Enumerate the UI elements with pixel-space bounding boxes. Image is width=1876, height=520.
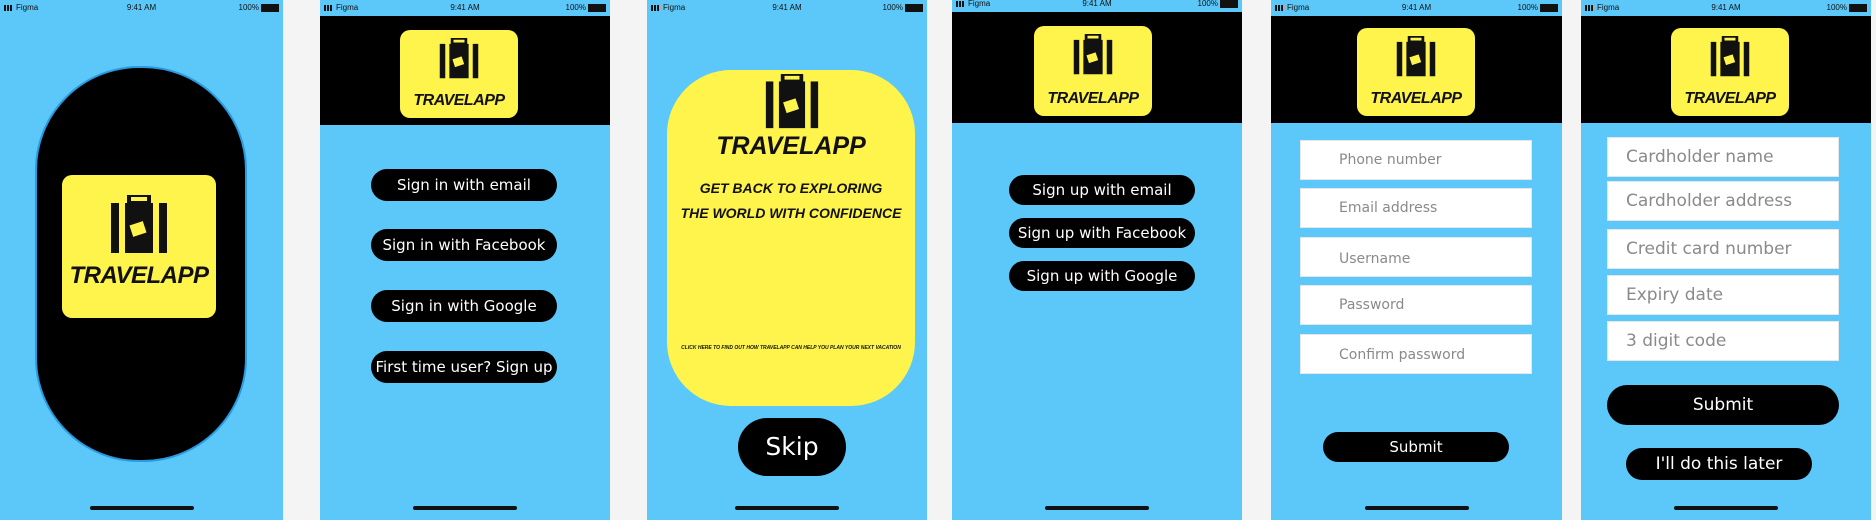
signup-screen: Figma 9:41 AM 100% TRAVELAPP Sign up wit… — [952, 0, 1242, 520]
suitcase-icon — [765, 74, 819, 129]
confirm-password-field[interactable]: Confirm password — [1300, 334, 1532, 374]
splash-screen: Figma 9:41 AM 100% TRAVELAPP — [0, 0, 283, 520]
onboarding-screen: Figma 9:41 AM 100% TRAVELAPP GET BACK TO… — [647, 0, 927, 520]
home-indicator — [1364, 506, 1469, 510]
header-logo: TRAVELAPP — [400, 30, 518, 118]
home-indicator — [1045, 506, 1149, 510]
signin-screen: Figma 9:41 AM 100% TRAVELAPP Sign in wit… — [320, 0, 610, 520]
signin-google-button[interactable]: Sign in with Google — [371, 290, 557, 322]
signup-link-button[interactable]: First time user? Sign up — [371, 351, 557, 383]
status-bar: Figma 9:41 AM 100% — [647, 0, 927, 16]
battery-icon — [1540, 3, 1558, 12]
skip-button[interactable]: Skip — [738, 418, 846, 476]
status-bar: Figma 9:41 AM 100% — [320, 0, 610, 16]
signin-email-button[interactable]: Sign in with email — [371, 169, 557, 201]
header-logo: TRAVELAPP — [1357, 28, 1475, 116]
logo-text: TRAVELAPP — [1370, 90, 1462, 107]
battery: 100% — [239, 3, 279, 12]
suitcase-icon — [1073, 34, 1113, 75]
logo-text: TRAVELAPP — [1684, 90, 1776, 107]
learn-more-link[interactable]: CLICK HERE TO FIND OUT HOW TRAVELAPP CAN… — [675, 345, 907, 351]
battery-label: 100% — [565, 3, 586, 12]
password-field[interactable]: Password — [1300, 285, 1532, 325]
battery-label: 100% — [1826, 3, 1847, 12]
logo-text: TRAVELAPP — [1047, 90, 1139, 107]
battery: 100% — [1198, 0, 1238, 8]
battery: 100% — [883, 3, 923, 12]
register-screen: Figma 9:41 AM 100% TRAVELAPP Phone numbe… — [1271, 0, 1562, 520]
signup-email-button[interactable]: Sign up with email — [1009, 175, 1195, 205]
status-bar: Figma 9:41 AM 100% — [1581, 0, 1871, 16]
battery-icon — [1220, 0, 1238, 8]
battery-label: 100% — [1517, 3, 1538, 12]
phone-field[interactable]: Phone number — [1300, 140, 1532, 180]
suitcase-icon — [1396, 36, 1436, 77]
payment-screen: Figma 9:41 AM 100% TRAVELAPP Cardholder … — [1581, 0, 1871, 520]
splash-logo: TRAVELAPP — [62, 175, 216, 318]
headline-line-1: GET BACK TO EXPLORING — [699, 180, 883, 196]
cardholder-address-field[interactable]: Cardholder address — [1607, 181, 1839, 221]
header-logo: TRAVELAPP — [1671, 28, 1789, 116]
suitcase-icon — [111, 195, 167, 253]
submit-button[interactable]: Submit — [1323, 432, 1509, 462]
headline-line-2: THE WORLD WITH CONFIDENCE — [680, 205, 902, 221]
status-bar: Figma 9:41 AM 100% — [0, 0, 283, 16]
battery-icon — [905, 3, 923, 12]
battery-icon — [261, 3, 279, 12]
signup-google-button[interactable]: Sign up with Google — [1009, 261, 1195, 291]
submit-button[interactable]: Submit — [1607, 385, 1839, 425]
cvv-field[interactable]: 3 digit code — [1607, 321, 1839, 361]
battery: 100% — [1518, 3, 1558, 12]
logo-text: TRAVELAPP — [69, 262, 209, 289]
status-bar: Figma 9:41 AM 100% — [1271, 0, 1562, 16]
home-indicator — [89, 506, 194, 510]
status-bar: Figma 9:41 AM 100% — [952, 0, 1242, 12]
email-field[interactable]: Email address — [1300, 188, 1532, 228]
battery-icon — [588, 3, 606, 12]
onboarding-logo-text: TRAVELAPP — [716, 132, 866, 160]
signin-facebook-button[interactable]: Sign in with Facebook — [371, 229, 557, 261]
signup-facebook-button[interactable]: Sign up with Facebook — [1009, 218, 1195, 248]
battery-label: 100% — [882, 3, 903, 12]
battery-icon — [1849, 3, 1867, 12]
logo-text: TRAVELAPP — [413, 92, 505, 109]
battery: 100% — [566, 3, 606, 12]
battery-label: 100% — [1197, 0, 1218, 8]
cardholder-name-field[interactable]: Cardholder name — [1607, 137, 1839, 177]
home-indicator — [1674, 506, 1778, 510]
battery-label: 100% — [238, 3, 259, 12]
do-later-button[interactable]: I'll do this later — [1626, 448, 1812, 480]
header-logo: TRAVELAPP — [1034, 26, 1152, 116]
suitcase-icon — [1710, 36, 1750, 77]
home-indicator — [413, 506, 517, 510]
battery: 100% — [1827, 3, 1867, 12]
home-indicator — [735, 506, 839, 510]
suitcase-icon — [439, 38, 479, 79]
username-field[interactable]: Username — [1300, 237, 1532, 277]
card-number-field[interactable]: Credit card number — [1607, 229, 1839, 269]
expiry-date-field[interactable]: Expiry date — [1607, 275, 1839, 315]
